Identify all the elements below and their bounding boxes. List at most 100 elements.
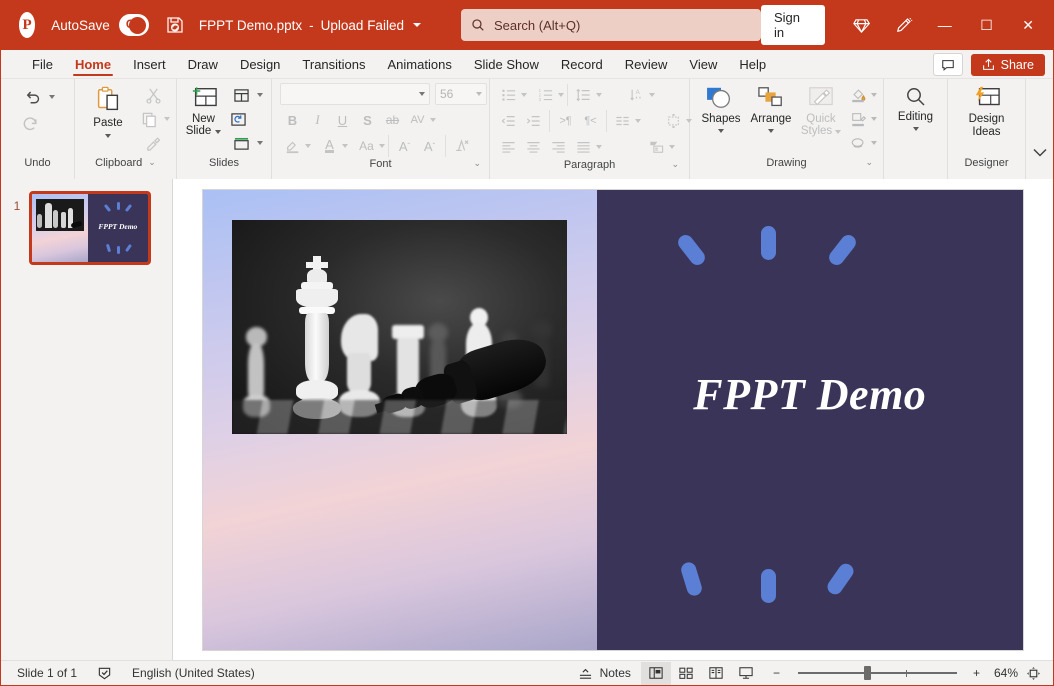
zoom-level[interactable]: 64% [988, 666, 1024, 680]
font-name-dropdown-icon[interactable] [419, 92, 425, 96]
arrange-button[interactable]: Arrange [746, 83, 796, 133]
align-right-button[interactable] [546, 135, 571, 159]
character-spacing-dropdown-icon[interactable] [430, 118, 436, 122]
reset-slide-button[interactable] [226, 107, 251, 131]
justify-button[interactable] [571, 135, 596, 159]
quick-styles-button[interactable]: Quick Styles [796, 83, 846, 137]
tab-help[interactable]: Help [728, 54, 777, 78]
increase-indent-button[interactable] [521, 109, 546, 133]
shape-outline-button[interactable] [846, 107, 871, 131]
design-ideas-button[interactable]: Design Ideas [956, 83, 1018, 138]
clear-formatting-button[interactable] [449, 134, 474, 158]
comments-button[interactable] [932, 53, 963, 76]
convert-smartart-button[interactable] [644, 135, 669, 159]
editing-dropdown-icon[interactable] [912, 127, 919, 131]
slide-count[interactable]: Slide 1 of 1 [7, 666, 87, 680]
quick-styles-dropdown-icon[interactable] [835, 130, 842, 134]
paste-button[interactable]: Paste [81, 83, 135, 138]
italic-button[interactable]: I [305, 108, 330, 132]
numbering-dropdown-icon[interactable] [558, 93, 564, 97]
shape-fill-button[interactable] [846, 83, 871, 107]
line-spacing-button[interactable] [571, 83, 596, 107]
zoom-out-button[interactable]: − [761, 666, 784, 680]
columns-button[interactable] [610, 109, 635, 133]
undo-icon[interactable] [20, 85, 45, 109]
view-slideshow-button[interactable] [731, 662, 761, 685]
arrange-dropdown-icon[interactable] [768, 129, 774, 133]
align-center-button[interactable] [521, 135, 546, 159]
collapse-ribbon-button[interactable] [1033, 148, 1047, 157]
cut-button[interactable] [141, 83, 166, 107]
decrease-indent-button[interactable] [496, 109, 521, 133]
text-direction-button[interactable]: A [624, 83, 649, 107]
tab-animations[interactable]: Animations [377, 54, 463, 78]
strikethrough-button[interactable]: ab [380, 108, 405, 132]
font-size-input[interactable]: 56 [435, 83, 487, 105]
redo-icon[interactable] [18, 112, 43, 136]
shapes-dropdown-icon[interactable] [718, 129, 724, 133]
shape-effects-dropdown-icon[interactable] [871, 141, 877, 145]
view-normal-button[interactable] [640, 661, 671, 685]
bold-button[interactable]: B [280, 108, 305, 132]
autosave-toggle[interactable]: On [118, 14, 149, 36]
view-reading-button[interactable] [701, 662, 731, 685]
section-dropdown-icon[interactable] [256, 141, 263, 145]
diamond-icon[interactable] [841, 9, 883, 41]
numbering-button[interactable]: 1 2 3 [533, 83, 558, 107]
format-painter-button[interactable] [141, 131, 166, 155]
new-slide-dropdown-icon[interactable] [215, 130, 222, 134]
justify-dropdown-icon[interactable] [596, 145, 602, 149]
slide-canvas[interactable]: FPPT Demo [203, 189, 1023, 650]
view-sorter-button[interactable] [671, 662, 701, 685]
line-spacing-dropdown-icon[interactable] [596, 93, 602, 97]
tab-file[interactable]: File [21, 54, 64, 78]
editing-button[interactable]: Editing [890, 83, 941, 131]
shape-outline-dropdown-icon[interactable] [871, 117, 877, 121]
fit-to-window-button[interactable] [1024, 666, 1047, 681]
copy-button[interactable] [137, 107, 162, 131]
shrink-font-button[interactable]: Aˇ [417, 134, 442, 158]
section-button[interactable] [229, 131, 254, 155]
text-direction-dropdown-icon[interactable] [649, 93, 655, 97]
document-title-area[interactable]: FPPT Demo.pptx - Upload Failed [199, 18, 421, 33]
spell-check-button[interactable] [87, 666, 122, 681]
search-input[interactable]: Search (Alt+Q) [460, 9, 761, 41]
align-left-button[interactable] [496, 135, 521, 159]
undo-dropdown-icon[interactable] [49, 95, 55, 99]
ltr-text-button[interactable]: ¶< [578, 109, 603, 133]
layout-button[interactable] [229, 83, 254, 107]
tab-insert[interactable]: Insert [122, 54, 177, 78]
character-spacing-button[interactable]: AV [405, 108, 430, 132]
slide-title[interactable]: FPPT Demo [597, 369, 1023, 420]
minimize-button[interactable]: — [924, 1, 966, 49]
change-case-button[interactable]: Aa [354, 134, 379, 158]
rtl-text-button[interactable]: >¶ [553, 109, 578, 133]
tab-record[interactable]: Record [550, 54, 614, 78]
zoom-slider[interactable] [790, 662, 965, 685]
font-color-button[interactable]: A [317, 134, 342, 158]
language-indicator[interactable]: English (United States) [122, 666, 265, 680]
font-name-input[interactable] [280, 83, 430, 105]
shape-effects-button[interactable] [846, 131, 871, 155]
change-case-dropdown-icon[interactable] [379, 144, 385, 148]
columns-dropdown-icon[interactable] [635, 119, 641, 123]
text-highlight-button[interactable] [280, 134, 305, 158]
paragraph-dialog-launcher[interactable]: ⌄ [671, 159, 679, 170]
smartart-dropdown-icon[interactable] [669, 145, 675, 149]
align-text-button[interactable] [661, 109, 686, 133]
maximize-button[interactable]: ☐ [966, 1, 1008, 49]
clipboard-dialog-launcher[interactable]: ⌄ [148, 157, 156, 168]
font-color-dropdown-icon[interactable] [342, 144, 348, 148]
layout-dropdown-icon[interactable] [256, 93, 263, 97]
share-button[interactable]: Share [970, 53, 1045, 76]
underline-button[interactable]: U [330, 108, 355, 132]
pen-highlight-icon[interactable] [882, 9, 924, 41]
chess-photo[interactable] [232, 219, 567, 434]
zoom-in-button[interactable]: + [971, 666, 988, 680]
tab-slide-show[interactable]: Slide Show [463, 54, 550, 78]
sign-in-button[interactable]: Sign in [760, 5, 825, 45]
text-shadow-button[interactable]: S [355, 108, 380, 132]
close-button[interactable]: ✕ [1007, 1, 1049, 49]
slide-thumbnail-1[interactable]: FPPT Demo [29, 191, 151, 265]
tab-transitions[interactable]: Transitions [291, 54, 376, 78]
